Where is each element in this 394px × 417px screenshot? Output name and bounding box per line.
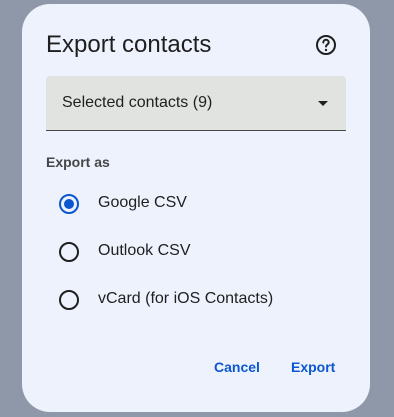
export-as-label: Export as	[46, 154, 110, 170]
radio-google-csv[interactable]	[59, 194, 79, 214]
dropdown-selected-value: Selected contacts (9)	[62, 94, 213, 111]
option-vcard[interactable]: vCard (for iOS Contacts)	[58, 286, 338, 314]
option-google-csv[interactable]: Google CSV	[58, 190, 338, 218]
option-label: vCard (for iOS Contacts)	[98, 290, 274, 307]
dropdown-caret-icon	[318, 101, 328, 106]
radio-outlook-csv[interactable]	[59, 242, 79, 262]
dialog-title: Export contacts	[46, 31, 212, 58]
export-contacts-dialog: Export contacts Selected contacts (9) Ex…	[22, 4, 370, 412]
option-outlook-csv[interactable]: Outlook CSV	[58, 238, 338, 266]
cancel-button[interactable]: Cancel	[214, 359, 260, 375]
export-button[interactable]: Export	[291, 359, 335, 375]
contacts-selection-dropdown[interactable]: Selected contacts (9)	[46, 76, 346, 131]
option-label: Outlook CSV	[98, 242, 191, 259]
help-icon[interactable]	[314, 33, 338, 57]
radio-vcard[interactable]	[59, 290, 79, 310]
option-label: Google CSV	[98, 194, 187, 211]
